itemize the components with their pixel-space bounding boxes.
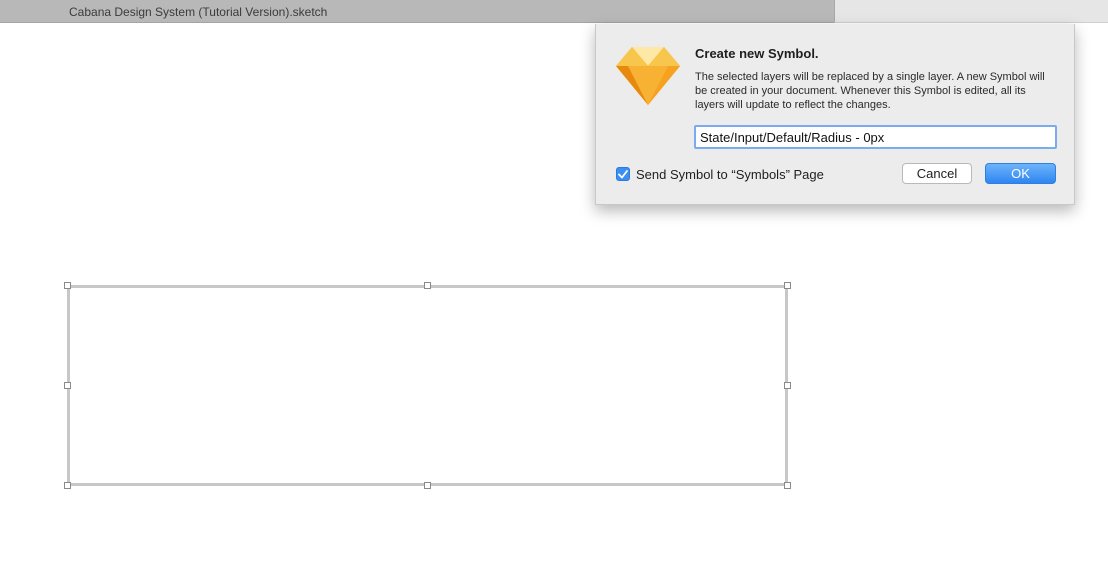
cancel-button[interactable]: Cancel bbox=[902, 163, 972, 184]
resize-handle-top-middle[interactable] bbox=[424, 282, 431, 289]
resize-handle-middle-right[interactable] bbox=[784, 382, 791, 389]
sketch-diamond-icon bbox=[616, 47, 680, 105]
send-to-symbols-page-checkbox[interactable] bbox=[616, 167, 630, 181]
create-symbol-dialog: Create new Symbol. The selected layers w… bbox=[595, 24, 1075, 205]
titlebar-toolbar-area bbox=[834, 0, 1108, 23]
checkmark-icon bbox=[618, 169, 628, 178]
send-to-symbols-page-label: Send Symbol to “Symbols” Page bbox=[636, 166, 824, 182]
resize-handle-bottom-left[interactable] bbox=[64, 482, 71, 489]
dialog-message: The selected layers will be replaced by … bbox=[695, 71, 1045, 111]
selected-rectangle-layer[interactable] bbox=[67, 285, 788, 486]
ok-button[interactable]: OK bbox=[985, 163, 1056, 184]
window-titlebar: Cabana Design System (Tutorial Version).… bbox=[0, 0, 834, 23]
resize-handle-bottom-right[interactable] bbox=[784, 482, 791, 489]
resize-handle-top-left[interactable] bbox=[64, 282, 71, 289]
resize-handle-middle-left[interactable] bbox=[64, 382, 71, 389]
dialog-title: Create new Symbol. bbox=[695, 46, 819, 61]
document-title: Cabana Design System (Tutorial Version).… bbox=[69, 5, 328, 19]
resize-handle-bottom-middle[interactable] bbox=[424, 482, 431, 489]
symbol-name-input[interactable] bbox=[694, 125, 1057, 149]
send-to-symbols-page-option[interactable]: Send Symbol to “Symbols” Page bbox=[616, 166, 824, 182]
resize-handle-top-right[interactable] bbox=[784, 282, 791, 289]
